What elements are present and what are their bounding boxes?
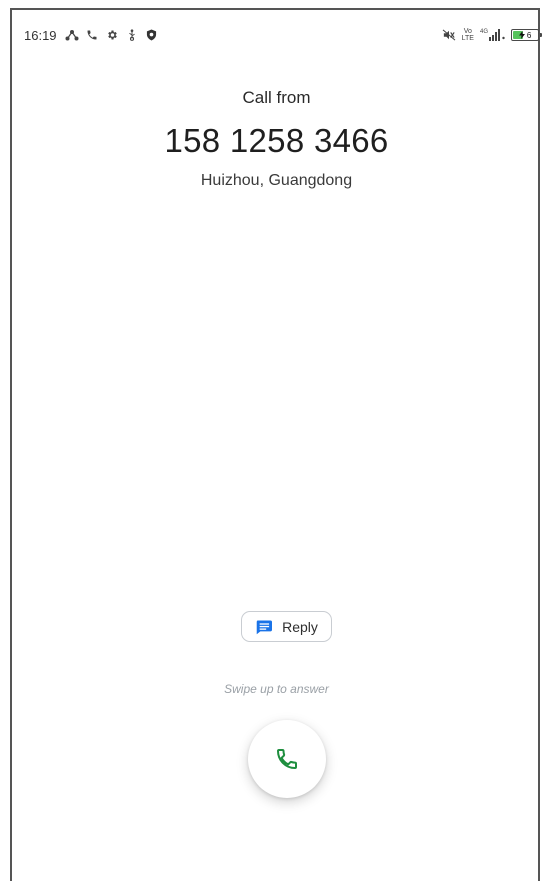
call-from-label: Call from <box>242 88 311 107</box>
signal-strength-icon <box>489 29 500 41</box>
status-time: 16:19 <box>24 27 57 43</box>
usb-icon <box>125 28 139 42</box>
status-left: 16:19 <box>24 28 159 43</box>
shield-icon <box>145 28 159 42</box>
mute-vibrate-icon <box>442 28 456 42</box>
signal-indicator: 4G <box>480 29 505 41</box>
settings-icon <box>105 28 119 42</box>
battery-nub <box>540 33 542 37</box>
charging-bolt-icon <box>518 31 525 40</box>
phone-icon <box>85 28 99 42</box>
reply-label: Reply <box>282 618 318 635</box>
answer-call-button[interactable] <box>248 720 326 798</box>
status-right: Vo LTE 4G 6 <box>442 28 542 42</box>
volte-bottom-label: LTE <box>461 35 474 42</box>
call-info: Call from 158 1258 3466 Huizhou, Guangdo… <box>0 88 553 190</box>
swipe-hint: Swipe up to answer <box>224 682 329 696</box>
data-dot-icon <box>502 36 505 40</box>
battery-level-text: 6 <box>526 30 532 40</box>
message-icon <box>255 619 273 635</box>
reply-button[interactable]: Reply <box>241 611 332 642</box>
battery-icon: 6 <box>511 29 542 41</box>
phone-answer-icon <box>275 747 299 771</box>
volte-top-label: Vo <box>463 28 472 35</box>
caller-number: 158 1258 3466 <box>164 122 389 159</box>
network-icon <box>65 28 79 42</box>
battery-level: 6 <box>518 30 532 40</box>
signal-type-label: 4G <box>479 29 488 35</box>
volte-indicator: Vo LTE <box>462 28 474 42</box>
caller-location: Huizhou, Guangdong <box>200 172 353 189</box>
status-bar: 16:19 Vo LTE 4G 6 <box>24 24 542 46</box>
